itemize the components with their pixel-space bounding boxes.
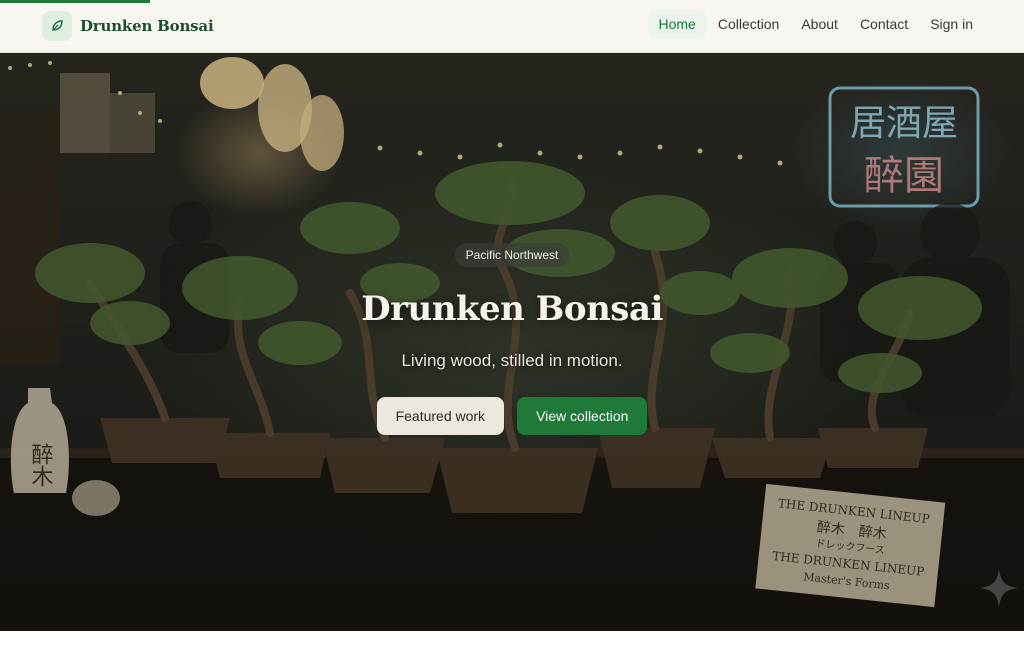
hero-subtitle: Living wood, stilled in motion. bbox=[401, 351, 623, 370]
nav-contact[interactable]: Contact bbox=[849, 10, 919, 38]
scroll-progress-bar bbox=[0, 0, 150, 3]
page-below-hero bbox=[0, 631, 1024, 656]
hero-content: Pacific Northwest Drunken Bonsai Living … bbox=[0, 53, 1024, 631]
nav-about[interactable]: About bbox=[790, 10, 849, 38]
nav-sign-in[interactable]: Sign in bbox=[919, 10, 984, 38]
hero-actions: Featured work View collection bbox=[376, 397, 648, 435]
sparkle-icon bbox=[980, 569, 1018, 607]
leaf-icon bbox=[42, 11, 72, 41]
location-badge: Pacific Northwest bbox=[454, 243, 570, 267]
hero-title: Drunken Bonsai bbox=[361, 289, 663, 329]
brand-name: Drunken Bonsai bbox=[80, 17, 214, 35]
hero-section: 居酒屋 醉園 醉木 THE DRUNKEN LINEUP 醉木 醉木 ドレックフ… bbox=[0, 53, 1024, 631]
brand-logo-link[interactable]: Drunken Bonsai bbox=[42, 11, 214, 41]
view-collection-button[interactable]: View collection bbox=[517, 397, 648, 435]
featured-work-button[interactable]: Featured work bbox=[376, 397, 505, 435]
nav-home[interactable]: Home bbox=[647, 10, 707, 38]
main-nav: Home Collection About Contact Sign in bbox=[647, 10, 985, 38]
nav-collection[interactable]: Collection bbox=[707, 10, 790, 38]
site-header: Drunken Bonsai Home Collection About Con… bbox=[0, 0, 1024, 53]
